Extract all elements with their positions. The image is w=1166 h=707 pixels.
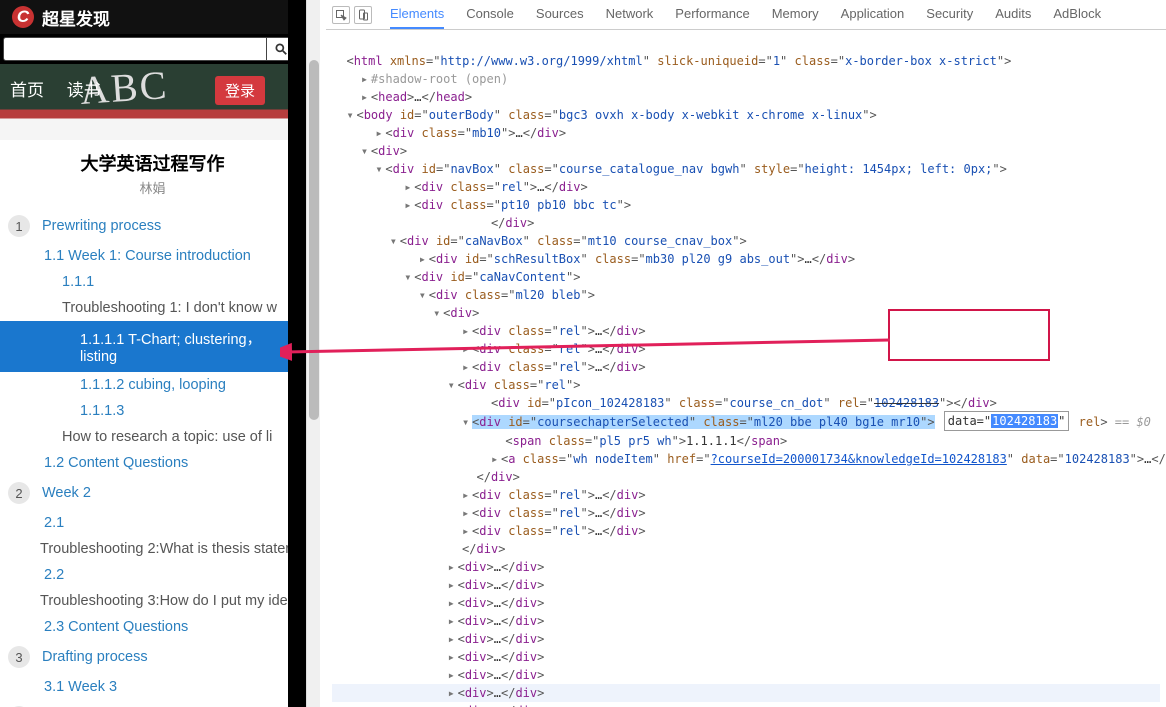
- dom-line[interactable]: ▸<div class="mb10">…</div>: [332, 124, 1160, 142]
- login-button[interactable]: 登录: [215, 76, 265, 105]
- chapter-item[interactable]: 1.1 Week 1: Course introduction: [0, 243, 305, 269]
- chapter-item[interactable]: 2.2: [0, 562, 305, 588]
- dom-line[interactable]: ▸<div>…</div>: [332, 648, 1160, 666]
- brand-header: C 超星发现: [0, 0, 305, 34]
- chapter-item[interactable]: 1.1.1.3: [0, 398, 305, 424]
- chapter-item[interactable]: How to research a topic: use of li: [0, 424, 305, 450]
- devtools-tab-adblock[interactable]: AdBlock: [1053, 0, 1101, 29]
- section-heading[interactable]: 1 Prewriting process: [0, 209, 305, 243]
- nav-read[interactable]: 读书: [67, 81, 101, 100]
- dom-line[interactable]: ▸<div>…</div>: [332, 612, 1160, 630]
- devtools-toolbar: Elements Console Sources Network Performance…: [326, 0, 1166, 30]
- dom-line[interactable]: <html xmlns="http://www.w3.org/1999/xhtm…: [332, 52, 1160, 70]
- dom-line[interactable]: ▸<div>…</div>: [332, 576, 1160, 594]
- chapter-item[interactable]: 3.1 Week 3: [0, 674, 305, 700]
- devtools-tab-audits[interactable]: Audits: [995, 0, 1031, 29]
- dom-line[interactable]: ▸<div>…</div>: [332, 666, 1160, 684]
- dom-line[interactable]: </div>: [332, 540, 1160, 558]
- dom-line[interactable]: ▾<div id="caNavBox" class="mt10 course_c…: [332, 232, 1160, 250]
- course-title: 大学英语过程写作: [0, 150, 305, 176]
- dom-line[interactable]: ▾<div id="caNavContent">: [332, 268, 1160, 286]
- dom-line[interactable]: ▾<div id="coursechapterSelected" class="…: [332, 412, 1160, 432]
- top-nav-links: 首页 读书: [10, 76, 119, 101]
- annotation-box: [888, 309, 1050, 361]
- dom-line[interactable]: ▸<div>…</div>: [332, 684, 1160, 702]
- elements-tree[interactable]: <html xmlns="http://www.w3.org/1999/xhtm…: [326, 30, 1166, 707]
- section-number: 2: [8, 482, 30, 504]
- brand-logo-icon: C: [12, 6, 34, 28]
- nav-home[interactable]: 首页: [10, 81, 44, 100]
- devtools-tab-network[interactable]: Network: [606, 0, 654, 29]
- inspect-icon[interactable]: [332, 6, 350, 24]
- section-title: Prewriting process: [42, 218, 161, 234]
- dom-line[interactable]: ▸#shadow-root (open): [332, 70, 1160, 88]
- dom-line[interactable]: ▸<div>…</div>: [332, 558, 1160, 576]
- section-heading[interactable]: 2 Week 2: [0, 476, 305, 510]
- dom-line[interactable]: <span class="pl5 pr5 wh">1.1.1.1</span>: [332, 432, 1160, 450]
- course-banner: ABC 首页 读书 登录: [0, 64, 305, 140]
- dom-line[interactable]: ▾<div>: [332, 142, 1160, 160]
- dom-line[interactable]: </div>: [332, 468, 1160, 486]
- search-bar: [0, 34, 305, 64]
- section-title: Drafting process: [42, 649, 148, 665]
- dom-line[interactable]: ▸<div>…</div>: [332, 702, 1160, 707]
- chapter-item[interactable]: Troubleshooting 2:What is thesis stater: [0, 536, 305, 562]
- dom-line[interactable]: ▸<div class="rel">…</div>: [332, 504, 1160, 522]
- devtools-tabs: Elements Console Sources Network Performance…: [390, 0, 1101, 29]
- dom-line[interactable]: </div>: [332, 214, 1160, 232]
- section-title: Week 2: [42, 485, 91, 501]
- dom-line[interactable]: ▾<body id="outerBody" class="bgc3 ovxh x…: [332, 106, 1160, 124]
- section-number: 3: [8, 646, 30, 668]
- dom-line[interactable]: ▸<a class="wh nodeItem" href="?courseId=…: [332, 450, 1160, 468]
- dom-line[interactable]: ▸<div class="rel">…</div>: [332, 178, 1160, 196]
- dom-line[interactable]: ▾<div class="rel">: [332, 376, 1160, 394]
- chapter-item[interactable]: 1.1.1: [0, 269, 305, 295]
- dom-line[interactable]: ▸<div class="rel">…</div>: [332, 486, 1160, 504]
- dom-line[interactable]: ▸<div>…</div>: [332, 594, 1160, 612]
- dom-line[interactable]: ▸<div>…</div>: [332, 630, 1160, 648]
- devtools-tab-application[interactable]: Application: [841, 0, 905, 29]
- chapter-tree: 1 Prewriting process 1.1 Week 1: Course in…: [0, 199, 305, 707]
- devtools-tab-performance[interactable]: Performance: [675, 0, 749, 29]
- devtools-tab-security[interactable]: Security: [926, 0, 973, 29]
- scrollbar-thumb[interactable]: [309, 60, 319, 420]
- brand-text: 超星发现: [42, 5, 110, 30]
- dom-line[interactable]: [332, 34, 1160, 52]
- section-number: 1: [8, 215, 30, 237]
- divider-strip: [288, 0, 306, 707]
- chapter-item[interactable]: 1.1.1.2 cubing, looping: [0, 372, 305, 398]
- devtools-tab-console[interactable]: Console: [466, 0, 514, 29]
- dom-line[interactable]: ▾<div id="navBox" class="course_catalogu…: [332, 160, 1160, 178]
- section-heading[interactable]: 3 Drafting process: [0, 640, 305, 674]
- dom-line[interactable]: ▾<div class="ml20 bleb">: [332, 286, 1160, 304]
- chapter-item[interactable]: 1.2 Content Questions: [0, 450, 305, 476]
- chapter-item[interactable]: Troubleshooting 1: I don't know w: [0, 295, 305, 321]
- course-sidebar: C 超星发现 ABC 首页 读书 登录 大学英语过程写作 林娟 1 Prewrit…: [0, 0, 306, 707]
- dom-line[interactable]: ▸<div class="pt10 pb10 bbc tc">: [332, 196, 1160, 214]
- course-author: 林娟: [0, 178, 305, 197]
- devtools-tab-memory[interactable]: Memory: [772, 0, 819, 29]
- dom-line[interactable]: <div id="pIcon_102428183" class="course_…: [332, 394, 1160, 412]
- chapter-item[interactable]: 2.1: [0, 510, 305, 536]
- section-heading[interactable]: 4Week 4: [0, 700, 305, 707]
- chapter-item-selected[interactable]: 1.1.1.1 T-Chart; clustering，listing: [0, 321, 305, 372]
- devtools-tab-sources[interactable]: Sources: [536, 0, 584, 29]
- search-icon: [274, 42, 288, 56]
- chapter-item[interactable]: Troubleshooting 3:How do I put my ide: [0, 588, 305, 614]
- device-icon[interactable]: [354, 6, 372, 24]
- course-title-block: 大学英语过程写作 林娟: [0, 140, 305, 199]
- dom-line[interactable]: ▸<div class="rel">…</div>: [332, 522, 1160, 540]
- dom-line[interactable]: ▸<head>…</head>: [332, 88, 1160, 106]
- dom-line[interactable]: ▸<div id="schResultBox" class="mb30 pl20…: [332, 250, 1160, 268]
- sidebar-scrollbar[interactable]: [306, 0, 320, 707]
- search-input[interactable]: [3, 37, 267, 61]
- devtools-tab-elements[interactable]: Elements: [390, 0, 444, 29]
- chapter-item[interactable]: 2.3 Content Questions: [0, 614, 305, 640]
